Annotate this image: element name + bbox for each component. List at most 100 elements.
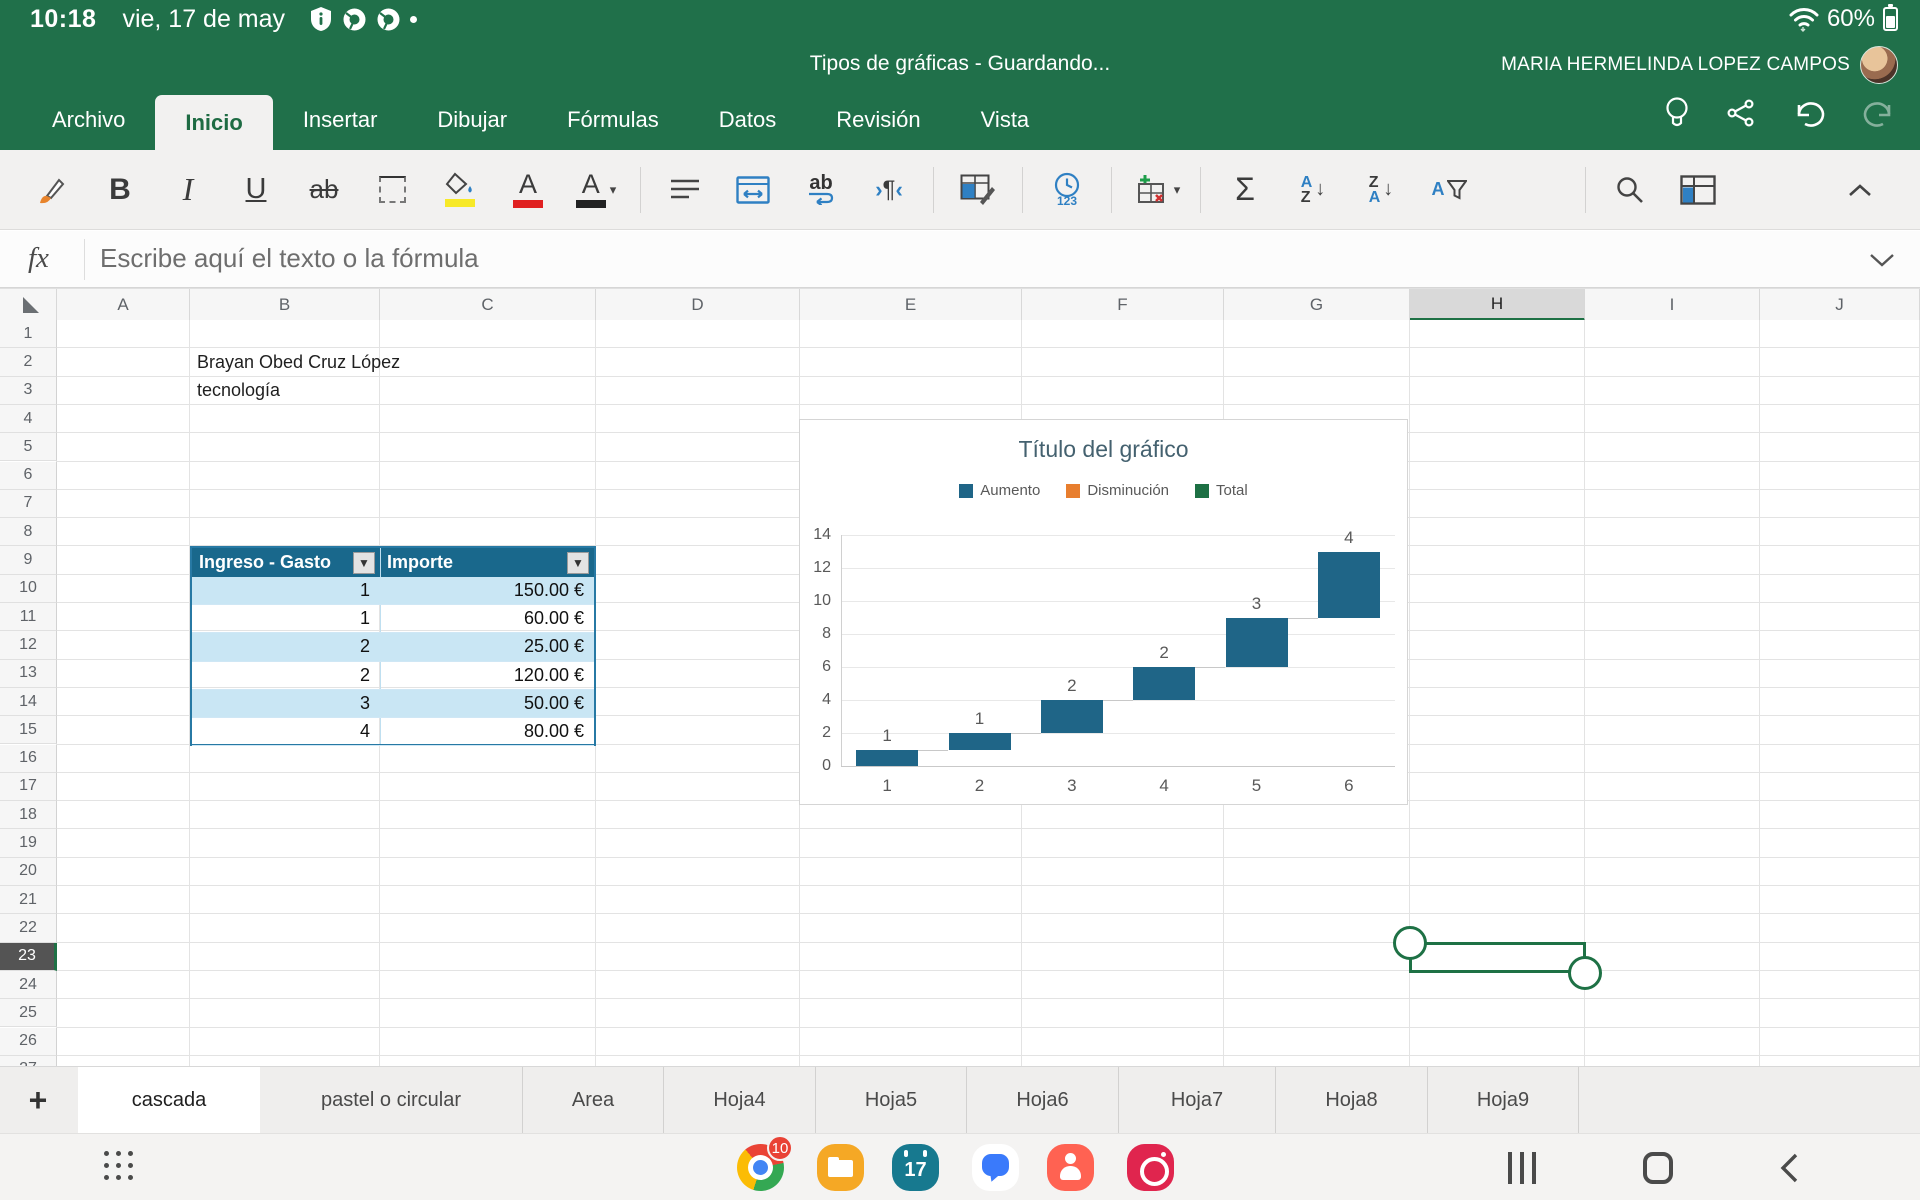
italic-button[interactable]: I [162, 158, 214, 222]
table-cell[interactable]: 2 [192, 662, 380, 689]
sheet-tab-hoja8[interactable]: Hoja8 [1276, 1067, 1428, 1134]
autosum-button[interactable]: Σ [1219, 158, 1271, 222]
share-icon[interactable] [1726, 98, 1756, 128]
filter-dropdown-button[interactable]: ▼ [567, 552, 589, 574]
waterfall-chart[interactable]: Título del gráficoAumentoDisminuciónTota… [799, 419, 1408, 805]
table-cell[interactable]: 50.00 € [380, 690, 594, 717]
underline-button[interactable]: U [230, 158, 282, 222]
table-cell[interactable]: 80.00 € [380, 718, 594, 745]
table-row[interactable]: 350.00 € [192, 690, 594, 718]
column-header-B[interactable]: B [190, 289, 380, 321]
strikethrough-button[interactable]: ab [298, 158, 350, 222]
app-drawer-icon[interactable] [104, 1151, 133, 1180]
expand-formula-bar-chevron-icon[interactable] [1868, 251, 1896, 269]
selection-handle-top-left[interactable] [1393, 926, 1427, 960]
format-painter-button[interactable] [26, 158, 78, 222]
contacts-app-icon[interactable] [1047, 1144, 1094, 1191]
alignment-button[interactable] [659, 158, 711, 222]
table-row[interactable]: 1150.00 € [192, 577, 594, 605]
row-header-10[interactable]: 10 [0, 575, 57, 603]
search-icon[interactable] [1604, 158, 1656, 222]
column-header-C[interactable]: C [380, 289, 596, 321]
selection-handle-bottom-right[interactable] [1568, 956, 1602, 990]
row-header-25[interactable]: 25 [0, 999, 57, 1027]
sheet-tab-pastel-o-circular[interactable]: pastel o circular [260, 1067, 523, 1134]
freeze-panes-button[interactable] [1672, 158, 1724, 222]
row-header-11[interactable]: 11 [0, 603, 57, 631]
table-cell[interactable]: 1 [192, 577, 380, 604]
table-cell[interactable]: 1 [192, 605, 380, 632]
row-header-27[interactable]: 27 [0, 1056, 57, 1066]
row-header-8[interactable]: 8 [0, 518, 57, 546]
table-row[interactable]: 160.00 € [192, 605, 594, 633]
table-cell[interactable]: 60.00 € [380, 605, 594, 632]
row-header-22[interactable]: 22 [0, 914, 57, 942]
table-cell[interactable]: 2 [192, 633, 380, 660]
ribbon-tab-revisión[interactable]: Revisión [806, 90, 950, 150]
column-header-E[interactable]: E [800, 289, 1022, 321]
column-header-H[interactable]: H [1410, 289, 1585, 321]
row-header-15[interactable]: 15 [0, 716, 57, 744]
redo-icon[interactable] [1862, 97, 1896, 129]
row-header-17[interactable]: 17 [0, 773, 57, 801]
insert-delete-cells-button[interactable]: ▾ [1130, 158, 1182, 222]
font-color-button[interactable]: A [502, 158, 554, 222]
sheet-tab-cascada[interactable]: cascada [78, 1067, 260, 1134]
select-all-corner[interactable] [0, 289, 57, 321]
column-header-I[interactable]: I [1585, 289, 1760, 321]
ribbon-tab-archivo[interactable]: Archivo [22, 90, 155, 150]
cell-B2[interactable]: Brayan Obed Cruz López [197, 348, 400, 376]
row-header-20[interactable]: 20 [0, 858, 57, 886]
table-cell[interactable]: 150.00 € [380, 577, 594, 604]
formula-input[interactable] [100, 231, 1800, 286]
sheet-tab-hoja6[interactable]: Hoja6 [967, 1067, 1119, 1134]
ribbon-tab-fórmulas[interactable]: Fórmulas [537, 90, 689, 150]
row-header-9[interactable]: 9 [0, 546, 57, 574]
cell-selection-h23[interactable] [1409, 942, 1586, 973]
text-formatting-button[interactable]: A▾ [570, 158, 622, 222]
borders-button[interactable] [366, 158, 418, 222]
cell-B3[interactable]: tecnología [197, 377, 280, 405]
row-header-1[interactable]: 1 [0, 320, 57, 348]
table-cell[interactable]: 120.00 € [380, 662, 594, 689]
sheet-tab-area[interactable]: Area [523, 1067, 664, 1134]
row-header-19[interactable]: 19 [0, 829, 57, 857]
files-app-icon[interactable] [817, 1144, 864, 1191]
ribbon-tab-insertar[interactable]: Insertar [273, 90, 408, 150]
table-row[interactable]: 225.00 € [192, 633, 594, 661]
sheet-tab-hoja5[interactable]: Hoja5 [816, 1067, 967, 1134]
row-header-13[interactable]: 13 [0, 660, 57, 688]
ribbon-tab-vista[interactable]: Vista [951, 90, 1060, 150]
row-header-7[interactable]: 7 [0, 490, 57, 518]
sheet-tab-hoja7[interactable]: Hoja7 [1119, 1067, 1276, 1134]
cell-shading-button[interactable] [952, 158, 1004, 222]
tell-me-lightbulb-icon[interactable] [1664, 96, 1690, 130]
number-format-button[interactable]: 123 [1041, 158, 1093, 222]
ribbon-tab-dibujar[interactable]: Dibujar [407, 90, 537, 150]
sheet-tab-hoja9[interactable]: Hoja9 [1428, 1067, 1579, 1134]
calendar-app-icon[interactable]: 17 [892, 1144, 939, 1191]
row-header-14[interactable]: 14 [0, 688, 57, 716]
table-cell[interactable]: 3 [192, 690, 380, 717]
filter-dropdown-button[interactable]: ▼ [353, 552, 375, 574]
ribbon-tab-datos[interactable]: Datos [689, 90, 806, 150]
table-row[interactable]: 2120.00 € [192, 662, 594, 690]
merge-cells-button[interactable] [727, 158, 779, 222]
table-cell[interactable]: 25.00 € [380, 633, 594, 660]
row-header-23[interactable]: 23 [0, 943, 57, 971]
home-button[interactable] [1643, 1152, 1673, 1184]
row-header-3[interactable]: 3 [0, 377, 57, 405]
sheet-tab-hoja4[interactable]: Hoja4 [664, 1067, 816, 1134]
messages-app-icon[interactable] [972, 1144, 1019, 1191]
wrap-text-button[interactable]: ab [795, 158, 847, 222]
undo-icon[interactable] [1792, 97, 1826, 129]
row-header-2[interactable]: 2 [0, 348, 57, 376]
chrome-app-icon[interactable]: 10 [737, 1144, 784, 1191]
row-header-21[interactable]: 21 [0, 886, 57, 914]
bold-button[interactable]: B [94, 158, 146, 222]
row-header-12[interactable]: 12 [0, 631, 57, 659]
table-row[interactable]: 480.00 € [192, 718, 594, 746]
ribbon-tab-inicio[interactable]: Inicio [155, 95, 272, 150]
column-header-F[interactable]: F [1022, 289, 1224, 321]
row-header-26[interactable]: 26 [0, 1028, 57, 1056]
